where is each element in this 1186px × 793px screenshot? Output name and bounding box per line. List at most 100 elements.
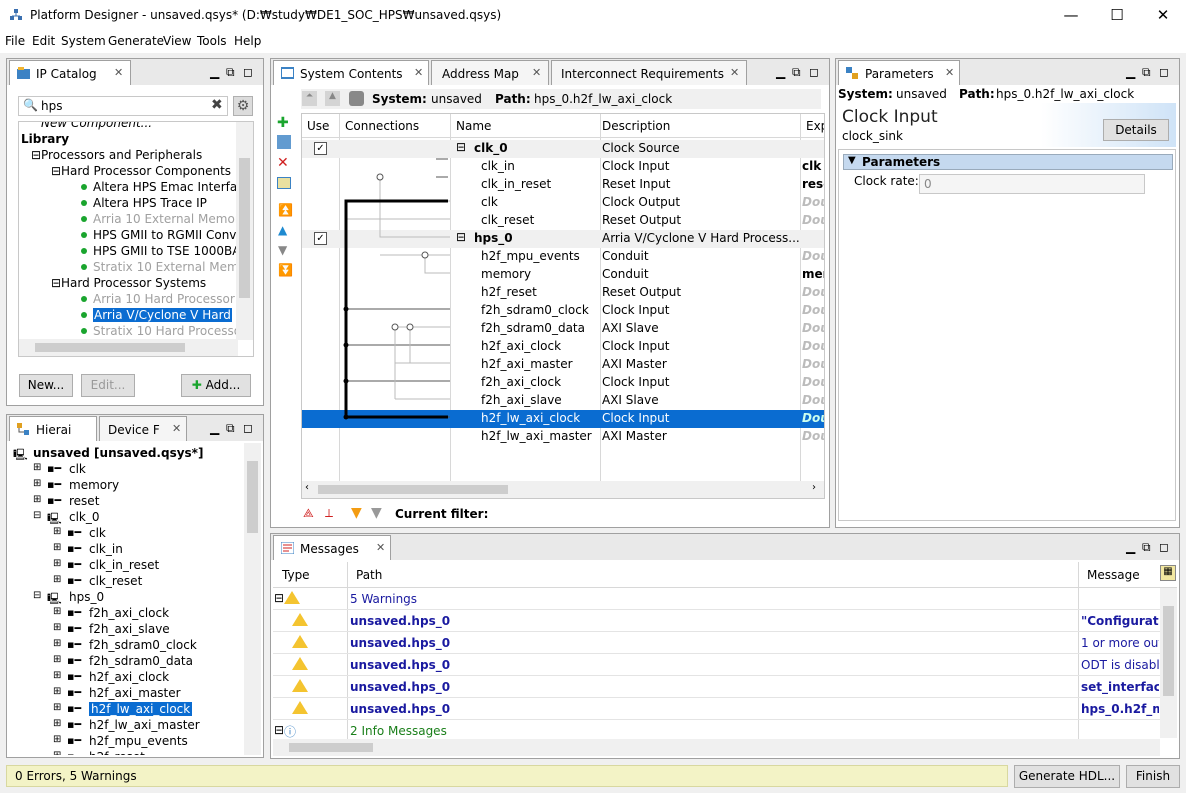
expander-icon[interactable]: ⊞ [53, 638, 61, 649]
row-export[interactable]: Dou [802, 411, 824, 425]
restore-panel-icon[interactable]: ⧉ [1142, 540, 1151, 555]
restore-panel-icon[interactable]: ⧉ [226, 65, 235, 80]
generate-hdl-button[interactable]: Generate HDL... [1014, 765, 1120, 788]
finish-button[interactable]: Finish [1126, 765, 1180, 788]
minimize-panel-icon[interactable]: ▁ [776, 65, 785, 79]
connections-icon[interactable] [277, 135, 291, 149]
tab-messages[interactable]: Messages ✕ [273, 535, 391, 560]
move-top-icon[interactable]: ⏫ [278, 203, 293, 217]
horizontal-scrollbar[interactable]: ‹ › [302, 481, 824, 498]
filter-icon[interactable]: ▼ [351, 505, 362, 521]
close-button[interactable]: ✕ [1140, 0, 1186, 31]
maximize-panel-icon[interactable]: ◻ [1159, 540, 1169, 554]
expander-icon[interactable]: ⊞ [53, 606, 61, 617]
show-all-icon[interactable]: ⟂ [325, 506, 333, 521]
expander-icon[interactable]: ⊟ [31, 148, 41, 162]
add-button[interactable]: ✚ Add... [181, 374, 251, 397]
vertical-scrollbar[interactable] [1160, 588, 1177, 738]
use-checkbox[interactable]: ✓ [314, 232, 327, 245]
tab-device-family[interactable]: Device F ✕ [99, 416, 187, 441]
row-export[interactable]: Dou [802, 195, 824, 209]
menu-system[interactable]: System [61, 34, 106, 48]
row-export[interactable]: clk [802, 159, 821, 173]
col-connections[interactable]: Connections [345, 119, 419, 133]
expander-icon[interactable]: ⊟ [51, 164, 61, 178]
expander-icon[interactable]: ⊞ [53, 654, 61, 665]
up-level-icon[interactable]: ▲ [325, 91, 340, 106]
row-export[interactable]: Dou [802, 339, 824, 353]
close-tab-icon[interactable]: ✕ [114, 66, 123, 79]
restore-panel-icon[interactable]: ⧉ [792, 65, 801, 80]
add-icon[interactable]: ✚ [277, 115, 289, 131]
col-type[interactable]: Type [282, 568, 310, 582]
vertical-scrollbar[interactable] [236, 122, 253, 340]
tab-address-map[interactable]: Address Map ✕ [431, 60, 549, 85]
collapse-icon[interactable]: ⊟ [456, 230, 466, 244]
row-export[interactable]: Dou [802, 249, 824, 263]
expander-icon[interactable]: ⊞ [53, 718, 61, 729]
minimize-button[interactable]: — [1048, 0, 1094, 31]
search-input[interactable]: 🔍 hps ✖ [18, 96, 228, 116]
expander-icon[interactable]: ⊞ [53, 686, 61, 697]
expander-icon[interactable]: ⊞ [53, 542, 61, 553]
expander-icon[interactable]: ⊟ [51, 276, 61, 290]
row-export[interactable]: rese [802, 177, 824, 191]
maximize-panel-icon[interactable]: ◻ [243, 421, 253, 435]
column-settings-icon[interactable]: ▦ [1160, 565, 1176, 581]
sync-filter-icon[interactable]: ⟁ [303, 506, 314, 521]
row-export[interactable]: Dou [802, 393, 824, 407]
message-row[interactable]: unsaved.hps_0 set_interface [273, 676, 1160, 698]
message-row[interactable]: unsaved.hps_0 hps_0.h2f_m [273, 698, 1160, 720]
use-checkbox[interactable]: ✓ [314, 142, 327, 155]
message-row[interactable]: unsaved.hps_0 ODT is disable [273, 654, 1160, 676]
horizontal-scrollbar[interactable] [273, 739, 1160, 756]
close-tab-icon[interactable]: ✕ [532, 66, 541, 79]
remove-icon[interactable]: ✕ [277, 155, 289, 171]
maximize-panel-icon[interactable]: ◻ [243, 65, 253, 79]
restore-panel-icon[interactable]: ⧉ [226, 421, 235, 436]
menu-view[interactable]: View [163, 34, 191, 48]
row-export[interactable]: Dou [802, 303, 824, 317]
expander-icon[interactable]: ⊞ [53, 526, 61, 537]
move-up-icon[interactable]: ▲ [278, 223, 287, 237]
edit-button[interactable]: Edit... [81, 374, 135, 397]
close-tab-icon[interactable]: ✕ [172, 422, 181, 435]
top-level-icon[interactable]: ⏶ [302, 91, 317, 106]
col-use[interactable]: Use [307, 119, 329, 133]
settings-gear-icon[interactable]: ⚙ [233, 96, 253, 116]
horizontal-scrollbar[interactable] [19, 339, 238, 356]
move-bottom-icon[interactable]: ⏬ [278, 263, 293, 277]
collapse-icon[interactable]: ⊟ [274, 591, 284, 605]
row-export[interactable]: mer [802, 267, 824, 281]
maximize-panel-icon[interactable]: ◻ [1159, 65, 1169, 79]
expander-icon[interactable]: ⊞ [53, 734, 61, 745]
maximize-panel-icon[interactable]: ◻ [809, 65, 819, 79]
menu-file[interactable]: File [5, 34, 25, 48]
collapse-icon[interactable]: ⊟ [456, 140, 466, 154]
tab-ip-catalog[interactable]: IP Catalog ✕ [9, 60, 131, 85]
menu-tools[interactable]: Tools [197, 34, 227, 48]
maximize-button[interactable]: ☐ [1094, 0, 1140, 31]
clear-search-icon[interactable]: ✖ [211, 97, 223, 113]
col-export[interactable]: Exp [806, 119, 824, 133]
move-down-icon[interactable]: ▼ [278, 243, 287, 257]
edit-icon[interactable] [277, 177, 291, 189]
col-description[interactable]: Description [602, 119, 670, 133]
row-export[interactable]: Dou [802, 285, 824, 299]
minimize-panel-icon[interactable]: ▁ [1126, 540, 1135, 554]
menu-help[interactable]: Help [234, 34, 261, 48]
expander-icon[interactable]: ⊟ [33, 590, 41, 601]
message-row[interactable]: ⊟ 5 Warnings [273, 588, 1160, 610]
row-export[interactable]: Dou [802, 375, 824, 389]
expander-icon[interactable]: ⊞ [53, 702, 61, 713]
row-export[interactable]: Dou [802, 357, 824, 371]
expander-icon[interactable]: ⊞ [53, 750, 61, 755]
menu-edit[interactable]: Edit [32, 34, 55, 48]
col-path[interactable]: Path [356, 568, 382, 582]
close-tab-icon[interactable]: ✕ [945, 66, 954, 79]
message-row[interactable]: unsaved.hps_0 "Configuratio [273, 610, 1160, 632]
expander-icon[interactable]: ⊞ [53, 574, 61, 585]
expander-icon[interactable]: ⊞ [53, 622, 61, 633]
expander-icon[interactable]: ⊞ [33, 462, 41, 473]
col-name[interactable]: Name [456, 119, 491, 133]
